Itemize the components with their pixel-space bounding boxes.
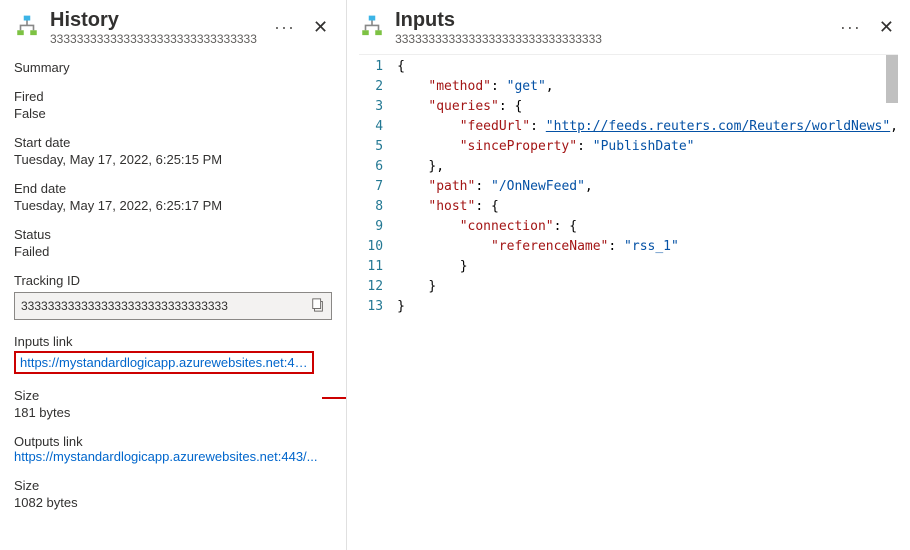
history-panel: History 3333333333333333333333333333333 … — [0, 0, 347, 550]
summary-label: Summary — [14, 60, 332, 75]
logic-app-icon — [359, 14, 385, 40]
inputs-panel: Inputs 3333333333333333333333333333333 ·… — [347, 0, 910, 550]
tracking-id-value: 3333333333333333333333333333333 — [21, 299, 305, 313]
history-title: History — [50, 8, 260, 32]
inputs-link-label: Inputs link — [14, 334, 332, 349]
status-value: Failed — [14, 244, 332, 259]
inputs-size-label: Size — [14, 388, 332, 403]
inputs-link[interactable]: https://mystandardlogicapp.azurewebsites… — [14, 351, 314, 374]
outputs-link[interactable]: https://mystandardlogicapp.azurewebsites… — [14, 449, 332, 464]
fired-value: False — [14, 106, 332, 121]
copy-icon[interactable] — [305, 298, 325, 315]
editor-gutter: 123 456 789 101112 13 — [359, 55, 393, 550]
history-close-button[interactable]: ✕ — [309, 18, 332, 36]
start-date-value: Tuesday, May 17, 2022, 6:25:15 PM — [14, 152, 332, 167]
history-subtitle: 3333333333333333333333333333333 — [50, 32, 260, 46]
inputs-title: Inputs — [395, 8, 826, 32]
outputs-link-label: Outputs link — [14, 434, 332, 449]
end-date-value: Tuesday, May 17, 2022, 6:25:17 PM — [14, 198, 332, 213]
inputs-more-button[interactable]: ··· — [836, 17, 865, 38]
history-more-button[interactable]: ··· — [270, 17, 299, 38]
history-header: History 3333333333333333333333333333333 … — [14, 8, 332, 46]
inputs-close-button[interactable]: ✕ — [875, 18, 898, 36]
outputs-size-label: Size — [14, 478, 332, 493]
inputs-header: Inputs 3333333333333333333333333333333 ·… — [359, 8, 898, 46]
inputs-size-value: 181 bytes — [14, 405, 332, 420]
fired-label: Fired — [14, 89, 332, 104]
status-label: Status — [14, 227, 332, 242]
editor-scrollbar[interactable] — [886, 55, 898, 103]
end-date-label: End date — [14, 181, 332, 196]
start-date-label: Start date — [14, 135, 332, 150]
tracking-id-field[interactable]: 3333333333333333333333333333333 — [14, 292, 332, 320]
outputs-size-value: 1082 bytes — [14, 495, 332, 510]
inputs-subtitle: 3333333333333333333333333333333 — [395, 32, 826, 46]
editor-code[interactable]: { "method": "get", "queries": { "feedUrl… — [393, 55, 898, 550]
tracking-id-label: Tracking ID — [14, 273, 332, 288]
json-editor[interactable]: 123 456 789 101112 13 { "method": "get",… — [359, 54, 898, 550]
logic-app-icon — [14, 14, 40, 40]
